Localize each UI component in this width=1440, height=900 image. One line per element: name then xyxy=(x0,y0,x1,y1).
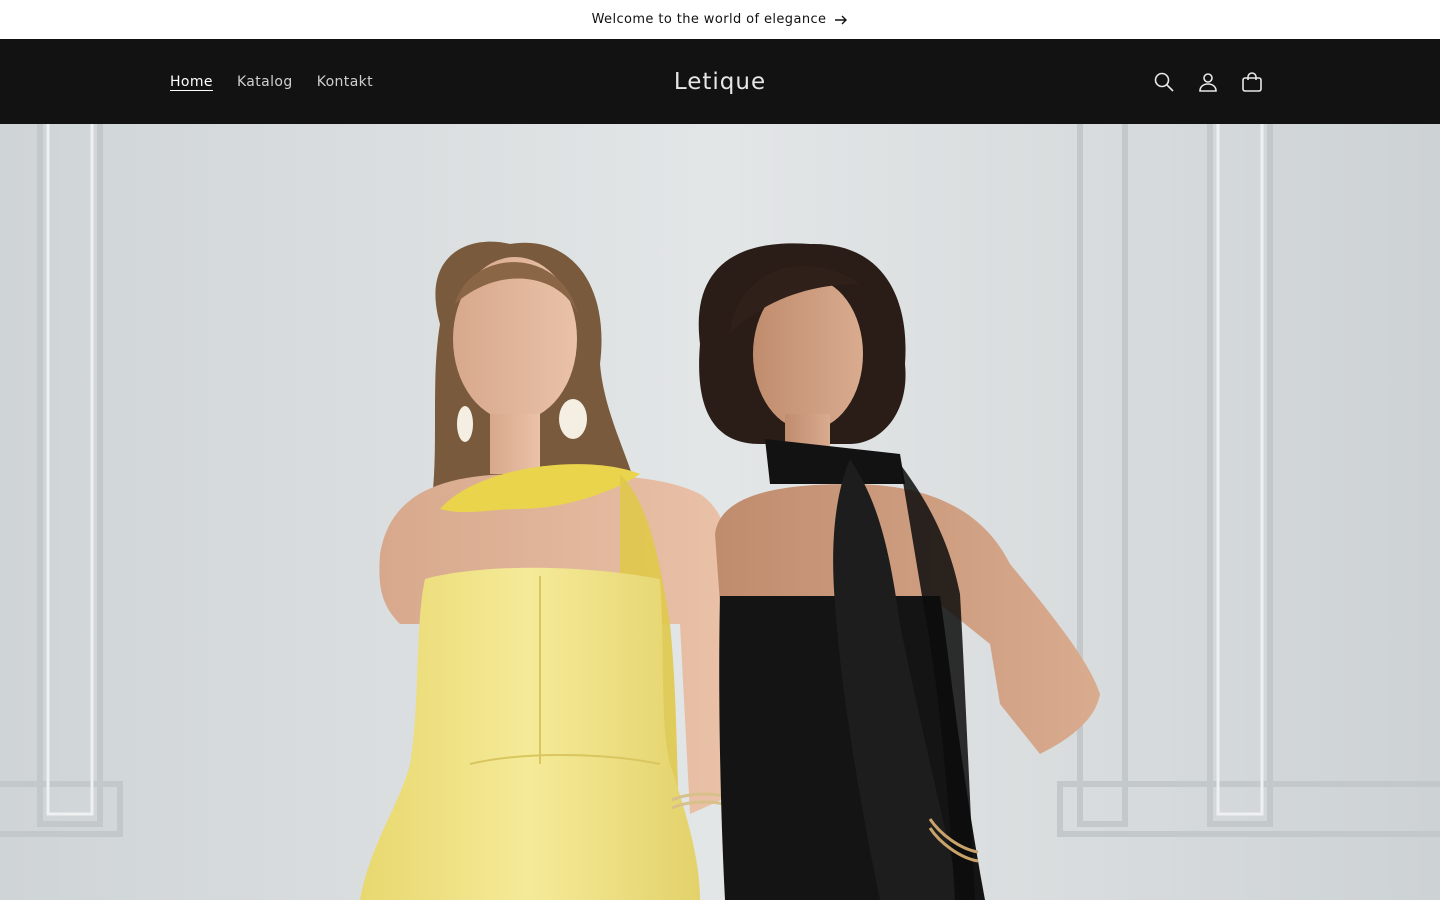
nav-link-home[interactable]: Home xyxy=(158,66,225,98)
site-header: Home Katalog Kontakt Letique xyxy=(0,39,1440,124)
hero-illustration xyxy=(0,124,1440,900)
site-logo[interactable]: Letique xyxy=(674,69,766,95)
account-icon[interactable] xyxy=(1186,60,1230,104)
search-icon[interactable] xyxy=(1142,60,1186,104)
hero-banner-image[interactable] xyxy=(0,124,1440,900)
announcement-text: Welcome to the world of elegance xyxy=(591,12,827,27)
header-icons xyxy=(1142,39,1274,124)
nav-link-katalog[interactable]: Katalog xyxy=(225,66,305,98)
announcement-bar[interactable]: Welcome to the world of elegance xyxy=(0,0,1440,39)
arrow-right-icon xyxy=(834,14,848,26)
cart-icon[interactable] xyxy=(1230,60,1274,104)
nav-link-kontakt[interactable]: Kontakt xyxy=(305,66,385,98)
main-nav: Home Katalog Kontakt xyxy=(158,39,385,124)
